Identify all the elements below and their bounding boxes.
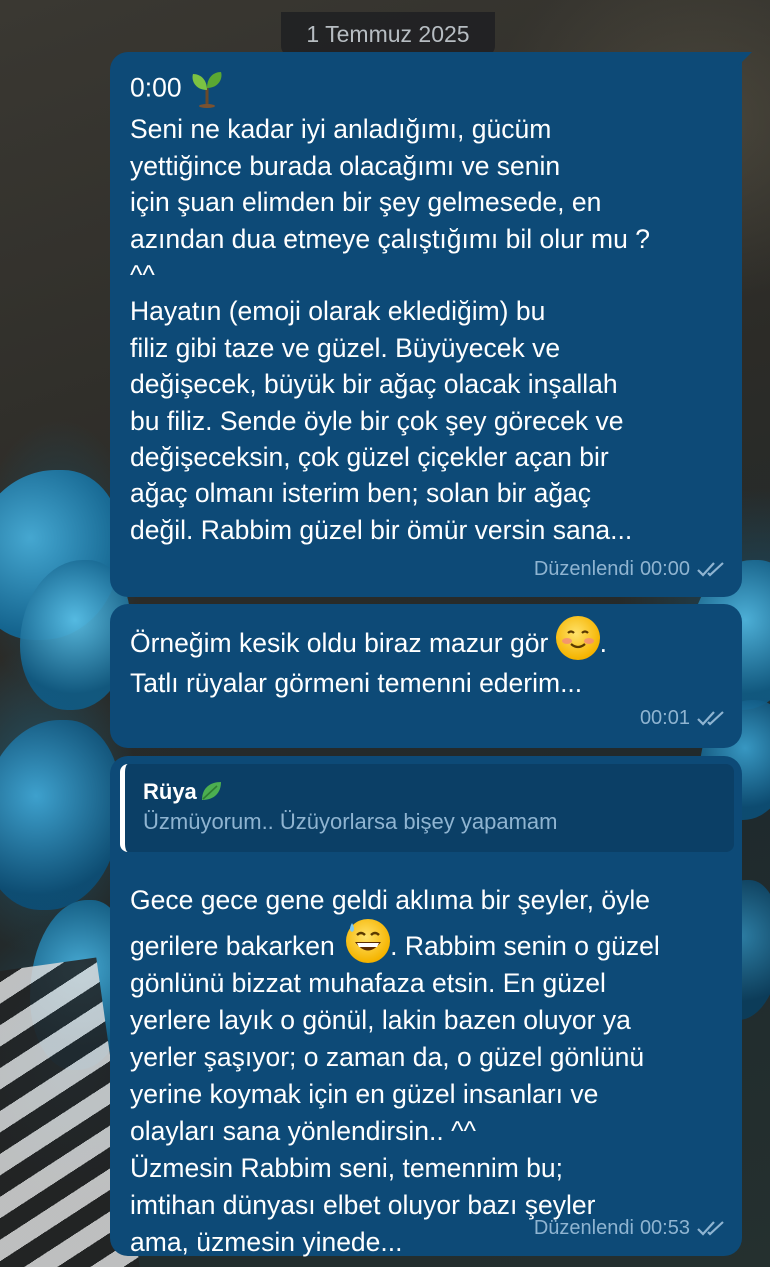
smiling-blush-emoji-icon (555, 616, 600, 660)
message-line: değişecek, büyük bir ağaç olacak inşalla… (130, 369, 618, 400)
message-line: için şuan elimden bir şey gelmesede, en (130, 187, 602, 218)
double-check-icon (697, 561, 724, 577)
date-chip: 1 Temmuz 2025 (281, 12, 495, 56)
message-line: Örneğim kesik oldu biraz mazur gör (130, 628, 549, 658)
message-line: Üzmesin Rabbim seni, temennim bu; (130, 1153, 564, 1183)
message-bubble[interactable]: Rüya Üzmüyorum.. Üzüyorlarsa bişey yapam… (110, 756, 742, 1257)
message-line: yerlere layık o gönül, lakin bazen oluyo… (130, 1005, 631, 1035)
message-meta: Düzenlendi 00:00 (534, 551, 726, 587)
message-time: 00:00 (639, 557, 690, 580)
message-line: 0:00 (130, 72, 182, 103)
edited-label: Düzenlendi (533, 557, 634, 580)
message-meta: Düzenlendi 00:53 (534, 1210, 726, 1246)
message-line: gerilere bakarken (130, 931, 335, 961)
message-line: yerler şaşıyor; o zaman da, o güzel gönl… (130, 1042, 645, 1072)
message-line: . Rabbim senin o güzel (390, 931, 660, 961)
double-check-icon (697, 1220, 724, 1236)
message-line: Seni ne kadar iyi anladığımı, gücüm (130, 114, 552, 145)
message-bubble[interactable]: 0:00 Seni ne kadar iyi anladığımı, gücüm… (110, 52, 752, 597)
bubble-tail (738, 52, 752, 66)
edited-label: Düzenlendi (533, 1216, 634, 1239)
message-line: bu filiz. Sende öyle bir çok şey görecek… (130, 405, 624, 436)
message-line: . (599, 628, 608, 658)
message-line: filiz gibi taze ve güzel. Büyüyecek ve (130, 332, 561, 363)
seedling-emoji-icon (189, 68, 225, 111)
grinning-sweat-emoji-icon (346, 919, 391, 963)
reply-text: Üzmüyorum.. Üzüyorlarsa bişey yapamam (143, 809, 558, 834)
message-time: 00:01 (639, 707, 690, 729)
reply-author: Rüya (143, 779, 197, 804)
double-check-icon (697, 711, 724, 726)
leaf-icon (201, 782, 221, 800)
message-line: Hayatın (emoji olarak eklediğim) bu (130, 296, 546, 327)
message-line: yettiğince burada olacağımı ve senin (130, 150, 561, 181)
message-line: ağaç olmanı isterim ben; solan bir ağaç (130, 478, 592, 509)
reply-quote[interactable]: Rüya Üzmüyorum.. Üzüyorlarsa bişey yapam… (120, 764, 734, 852)
message-line: olayları sana yönlendirsin.. ^^ (130, 1116, 476, 1146)
message-line: değil. Rabbim güzel bir ömür versin sana… (130, 514, 633, 545)
message-line: ^^ (130, 260, 155, 291)
message-meta: 00:01 (640, 698, 726, 738)
message-line: Tatlı rüyalar görmeni temenni ederim... (130, 668, 583, 698)
message-line: azından dua etmeye çalıştığımı bil olur … (130, 223, 650, 254)
message-line: değişeceksin, çok güzel çiçekler açan bi… (130, 442, 609, 473)
message-time: 00:53 (639, 1216, 690, 1239)
date-label: 1 Temmuz 2025 (306, 20, 470, 47)
message-line: Gece gece gene geldi aklıma bir şeyler, … (130, 885, 650, 915)
message-bubble[interactable]: Örneğim kesik oldu biraz mazur gör . Tat… (110, 604, 742, 748)
message-line: yerine koymak için en güzel insanları ve (130, 1079, 599, 1109)
message-line: gönlünü bizzat muhafaza etsin. En güzel (130, 968, 606, 998)
